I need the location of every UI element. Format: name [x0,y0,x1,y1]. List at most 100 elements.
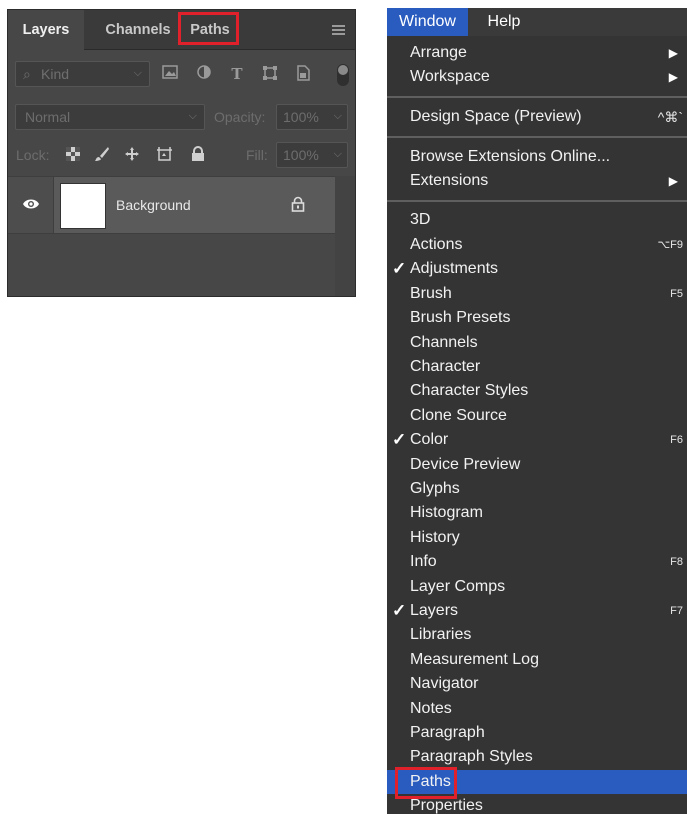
menu-item-label: Actions [410,236,463,253]
menu-window[interactable]: Window [387,8,468,36]
layers-panel: Layers Channels Paths ⌕ Kind ⌵ T Normal … [7,9,356,297]
opacity-field[interactable]: 100% ⌵ [276,104,348,130]
tab-layers[interactable]: Layers [8,10,84,51]
menu-item-label: Color [410,431,449,448]
menu-item-measurement-log[interactable]: Measurement Log [387,648,687,672]
menu-separator [387,200,687,202]
menu-separator [387,96,687,98]
menu-item-clone-source[interactable]: Clone Source [387,404,687,428]
smart-object-filter-icon[interactable] [294,65,312,83]
menu-item-label: 3D [410,211,431,228]
menu-item-libraries[interactable]: Libraries [387,623,687,647]
menu-item-history[interactable]: History [387,526,687,550]
menu-item-workspace[interactable]: Workspace ▶ [387,65,687,89]
lock-label: Lock: [16,147,50,163]
pixel-filter-icon[interactable] [161,65,179,83]
menu-item-3d[interactable]: 3D [387,208,687,232]
menu-item-label: History [410,529,460,546]
menu-item-label: Design Space (Preview) [410,108,582,125]
menu-item-shortcut: F5 [670,288,683,300]
chevron-down-icon: ⌵ [333,148,342,160]
filter-toggle-switch[interactable] [337,64,349,86]
tab-paths[interactable]: Paths [180,10,240,50]
lock-artboard-icon[interactable] [156,146,174,164]
menu-item-character[interactable]: Character [387,355,687,379]
menu-item-paths[interactable]: Paths [387,770,687,794]
menu-item-color[interactable]: ✓ Color F6 [387,428,687,452]
panel-menu-icon[interactable] [332,25,345,35]
menu-item-adjustments[interactable]: ✓ Adjustments [387,257,687,281]
menu-item-paragraph[interactable]: Paragraph [387,721,687,745]
search-icon: ⌕ [23,66,31,82]
menu-item-label: Clone Source [410,407,507,424]
menu-item-histogram[interactable]: Histogram [387,501,687,525]
menu-item-label: Layer Comps [410,578,506,595]
lock-transparent-pixels-icon[interactable] [64,146,82,164]
menu-item-extensions[interactable]: Extensions ▶ [387,169,687,193]
menu-item-label: Glyphs [410,480,460,497]
menu-item-paragraph-styles[interactable]: Paragraph Styles [387,745,687,769]
layer-filter-row: ⌕ Kind ⌵ T [8,58,355,92]
submenu-arrow-icon: ▶ [668,70,678,84]
menu-item-design-space[interactable]: Design Space (Preview) ^⌘` [387,105,687,129]
menu-item-navigator[interactable]: Navigator [387,672,687,696]
menu-item-label: Channels [410,334,478,351]
shape-filter-icon[interactable] [261,65,279,83]
menu-item-label: Libraries [410,626,472,643]
blend-row: Normal ⌵ Opacity: 100% ⌵ [8,100,355,134]
menu-item-channels[interactable]: Channels [387,331,687,355]
blend-mode-select[interactable]: Normal ⌵ [15,104,205,130]
lock-position-icon[interactable] [123,146,141,164]
submenu-arrow-icon: ▶ [668,46,678,60]
menu-item-properties[interactable]: Properties [387,794,687,814]
menu-item-shortcut: F6 [670,434,683,446]
menu-item-glyphs[interactable]: Glyphs [387,477,687,501]
menu-item-brush-presets[interactable]: Brush Presets [387,306,687,330]
checkmark-icon: ✓ [392,259,407,278]
menu-item-label: Brush Presets [410,309,511,326]
checkmark-icon: ✓ [392,601,407,620]
layer-visibility-toggle[interactable] [8,177,54,233]
lock-all-icon[interactable] [189,146,207,164]
menu-item-notes[interactable]: Notes [387,697,687,721]
menu-item-shortcut: ^⌘` [657,109,683,125]
menu-item-shortcut: F7 [670,605,683,617]
menu-item-label: Paragraph [410,724,485,741]
menu-item-label: Adjustments [410,260,499,277]
layers-scrollbar[interactable] [335,176,355,296]
menu-item-arrange[interactable]: Arrange ▶ [387,41,687,65]
filter-kind-select[interactable]: ⌕ Kind ⌵ [15,61,150,87]
layer-thumbnail [60,183,106,229]
menu-item-layer-comps[interactable]: Layer Comps [387,575,687,599]
menu-item-label: Paragraph Styles [410,748,533,765]
menu-item-character-styles[interactable]: Character Styles [387,379,687,403]
menu-item-layers[interactable]: ✓ Layers F7 [387,599,687,623]
menu-item-actions[interactable]: Actions ⌥F9 [387,233,687,257]
fill-field[interactable]: 100% ⌵ [276,142,348,168]
checkmark-icon: ✓ [392,430,407,449]
type-filter-icon[interactable]: T [228,65,246,83]
menu-item-label: Arrange [410,44,467,61]
menu-item-label: Device Preview [410,456,521,473]
adjustment-filter-icon[interactable] [195,65,213,83]
fill-label: Fill: [246,147,268,163]
tab-channels[interactable]: Channels [90,10,186,50]
menu-item-label: Properties [410,797,483,814]
menu-item-label: Extensions [410,172,489,189]
menu-item-device-preview[interactable]: Device Preview [387,453,687,477]
chevron-down-icon: ⌵ [133,67,142,79]
opacity-value: 100% [283,109,319,125]
lock-icon[interactable] [291,196,305,212]
menu-item-label: Notes [410,700,452,717]
lock-image-pixels-icon[interactable] [93,146,111,164]
menu-item-shortcut: ⌥F9 [657,239,683,251]
menu-item-browse-extensions[interactable]: Browse Extensions Online... [387,145,687,169]
menu-help[interactable]: Help [475,8,533,36]
menu-item-info[interactable]: Info F8 [387,550,687,574]
opacity-label: Opacity: [214,109,266,125]
menu-item-label: Workspace [410,68,490,85]
menu-item-label: Paths [410,773,451,790]
layer-row[interactable]: Background [8,176,355,234]
lock-row: Lock: Fill: 100% ⌵ [8,139,355,171]
menu-item-brush[interactable]: Brush F5 [387,282,687,306]
